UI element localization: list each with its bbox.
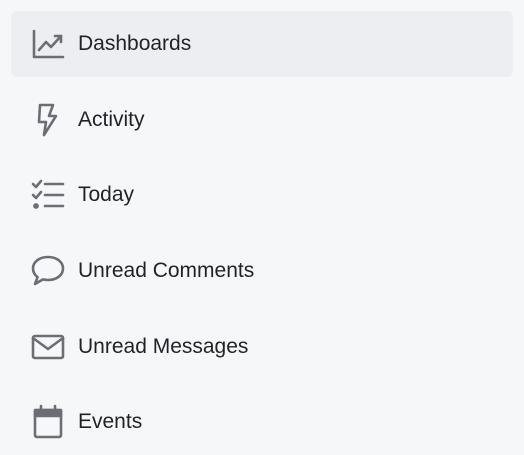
- envelope-icon: [30, 329, 66, 365]
- sidebar-item-label: Unread Comments: [78, 259, 255, 282]
- sidebar-item-dashboards[interactable]: Dashboards: [11, 11, 513, 77]
- sidebar-item-unread-comments[interactable]: Unread Comments: [11, 238, 513, 304]
- sidebar-item-label: Dashboards: [78, 32, 192, 55]
- sidebar-item-label: Today: [78, 183, 135, 206]
- chart-line-icon: [30, 26, 66, 62]
- sidebar-item-activity[interactable]: Activity: [11, 87, 513, 153]
- sidebar-item-events[interactable]: Events: [11, 389, 513, 455]
- sidebar-item-unread-messages[interactable]: Unread Messages: [11, 314, 513, 380]
- sidebar-nav: Dashboards Activity Today Unread Comment…: [0, 0, 524, 454]
- sidebar-item-label: Events: [78, 410, 143, 433]
- calendar-icon: [30, 404, 66, 440]
- checklist-icon: [30, 177, 66, 213]
- sidebar-item-label: Unread Messages: [78, 335, 249, 358]
- sidebar-item-today[interactable]: Today: [11, 162, 513, 228]
- speech-bubble-icon: [30, 253, 66, 289]
- bolt-icon: [30, 102, 66, 138]
- sidebar-item-label: Activity: [78, 108, 145, 131]
